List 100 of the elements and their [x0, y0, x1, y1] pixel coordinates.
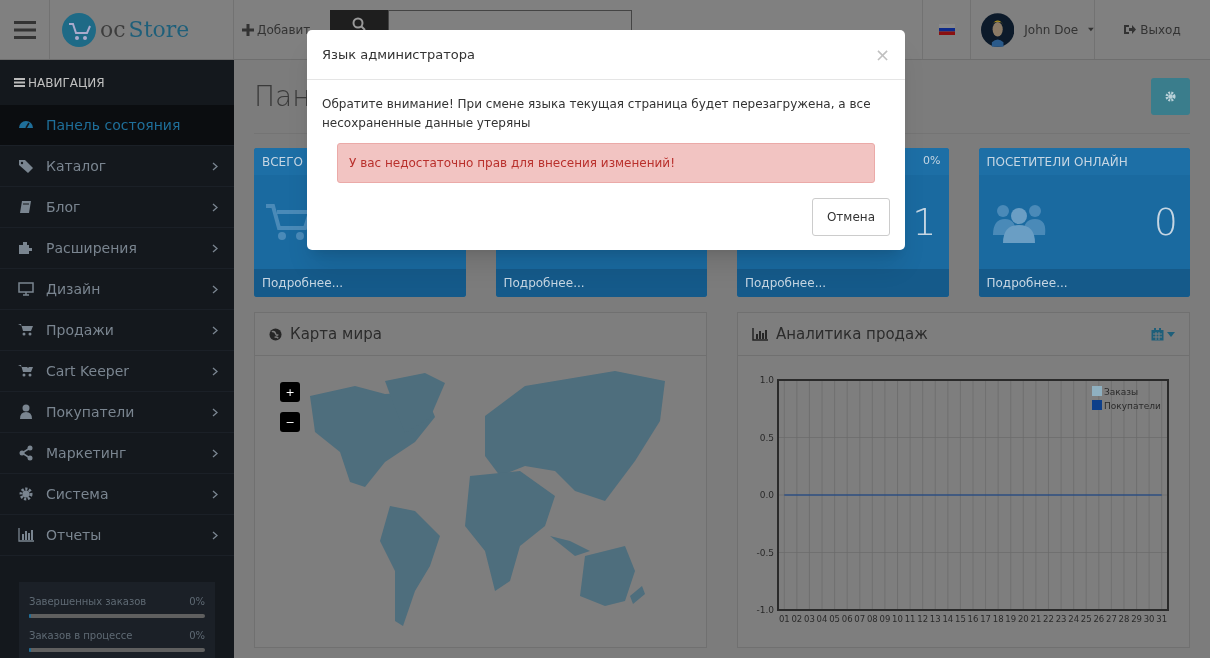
logo-text: oc: [100, 18, 126, 41]
axis-label: 05: [829, 614, 841, 624]
bar-chart-icon: [18, 527, 34, 543]
zoom-out-button[interactable]: −: [280, 412, 300, 432]
cancel-button[interactable]: Отмена: [811, 198, 890, 236]
axis-label: 16: [967, 614, 979, 624]
globe-icon: [269, 327, 282, 341]
axis-label: 12: [917, 614, 929, 624]
menu-icon: [14, 78, 25, 87]
axis-label: 31: [1156, 614, 1168, 624]
stat-label: Заказов в процессе: [29, 629, 133, 643]
settings-icon: [1165, 91, 1176, 102]
panel-title: Аналитика продаж: [776, 323, 929, 345]
legend-label: Заказы: [1104, 387, 1139, 397]
tile-percent: 0%: [923, 153, 941, 170]
plus-icon: [242, 23, 254, 36]
stat-value: 0%: [189, 595, 205, 609]
axis-label: 15: [955, 614, 966, 624]
search-icon: [352, 17, 367, 31]
legend-label: Покупатели: [1104, 401, 1161, 411]
sidebar-item[interactable]: Cart Keeper: [0, 351, 234, 392]
caret-icon: [1167, 331, 1175, 337]
stat-value: 0%: [189, 629, 205, 643]
axis-label: 20: [1017, 614, 1029, 624]
user-menu[interactable]: John Doe: [970, 0, 1095, 59]
calendar-dropdown[interactable]: [1151, 327, 1175, 341]
flag-icon: [938, 24, 955, 35]
axis-label: 24: [1068, 614, 1080, 624]
stat-label: Завершенных заказов: [29, 595, 147, 609]
cart-icon: [18, 363, 34, 379]
menu-icon: [13, 20, 36, 39]
axis-label: 11: [904, 614, 916, 624]
axis-label: 18: [992, 614, 1004, 624]
share-icon: [18, 445, 34, 461]
panel-title: Карта мира: [290, 323, 382, 345]
axis-label: 22: [1043, 614, 1054, 624]
tile-title: ВСЕГО: [262, 153, 303, 171]
sidebar-item[interactable]: Каталог: [0, 146, 234, 187]
sidebar-item[interactable]: Продажи: [0, 310, 234, 351]
sign-out-icon: [1124, 24, 1137, 35]
axis-label: 02: [791, 614, 803, 624]
axis-label: 0.0: [759, 490, 774, 500]
bar-chart-icon: [752, 327, 768, 341]
sidebar-item[interactable]: Расширения: [0, 228, 234, 269]
axis-label: 25: [1080, 614, 1092, 624]
axis-label: 27: [1105, 614, 1117, 624]
user-icon: [18, 404, 34, 420]
caret-icon: [1088, 27, 1094, 32]
axis-label: 19: [1005, 614, 1017, 624]
axis-label: 09: [879, 614, 891, 624]
cart-icon: [18, 322, 34, 338]
axis-label: 14: [942, 614, 954, 624]
add-button[interactable]: Добавит: [242, 0, 311, 59]
axis-label: 28: [1118, 614, 1130, 624]
axis-label: 1.0: [759, 375, 774, 385]
axis-label: 23: [1055, 614, 1067, 624]
book-icon: [18, 199, 34, 215]
axis-label: 06: [841, 614, 853, 624]
sidebar-item[interactable]: Система: [0, 474, 234, 515]
axis-label: 07: [854, 614, 866, 624]
sidebar-item[interactable]: Дизайн: [0, 269, 234, 310]
puzzle-icon: [18, 240, 34, 256]
cart-icon: [266, 202, 310, 242]
axis-label: 08: [866, 614, 878, 624]
calendar-icon: [1151, 327, 1164, 341]
zoom-in-button[interactable]: +: [280, 382, 300, 402]
page-title: Пан: [254, 78, 311, 115]
dialog-message: Обратите внимание! При смене языка текущая страница будет перезагружена, а все несохраненные данные утеряны: [322, 96, 872, 132]
error-alert: У вас недостаточно прав для внесения изменений!: [337, 143, 875, 183]
dialog-title: Язык администратора: [322, 45, 476, 64]
settings-button[interactable]: [1151, 78, 1190, 115]
tile-title: ПОСЕТИТЕЛИ ОНЛАЙН: [986, 153, 1128, 171]
sidebar-item[interactable]: Панель состояния: [0, 105, 234, 146]
axis-label: 04: [816, 614, 828, 624]
cart-logo-icon: [62, 12, 96, 47]
axis-label: 26: [1093, 614, 1105, 624]
logo-text: Store: [128, 18, 190, 41]
tag-icon: [18, 158, 34, 174]
sidebar-item[interactable]: Маркетинг: [0, 433, 234, 474]
axis-label: 01: [778, 614, 790, 624]
tile-value: 0: [1153, 198, 1178, 246]
axis-label: 13: [929, 614, 941, 624]
axis-label: -1.0: [756, 605, 774, 615]
sidebar-title: НАВИГАЦИЯ: [28, 74, 105, 92]
axis-label: 17: [980, 614, 991, 624]
settings-icon: [18, 486, 34, 502]
axis-label: 21: [1030, 614, 1042, 624]
axis-label: 03: [804, 614, 815, 624]
sidebar-item[interactable]: Покупатели: [0, 392, 234, 433]
axis-label: 30: [1143, 614, 1155, 624]
axis-label: -0.5: [756, 547, 774, 558]
monitor-icon: [18, 281, 34, 297]
axis-label: 10: [892, 614, 903, 624]
sidebar-item[interactable]: Блог: [0, 187, 234, 228]
tile-value: 1: [912, 198, 937, 246]
user-name: John Doe: [1024, 21, 1079, 39]
logout-button[interactable]: Выход: [1095, 0, 1210, 59]
axis-label: 29: [1131, 614, 1142, 624]
axis-label: 0.5: [759, 432, 774, 443]
sidebar-item[interactable]: Отчеты: [0, 515, 234, 556]
